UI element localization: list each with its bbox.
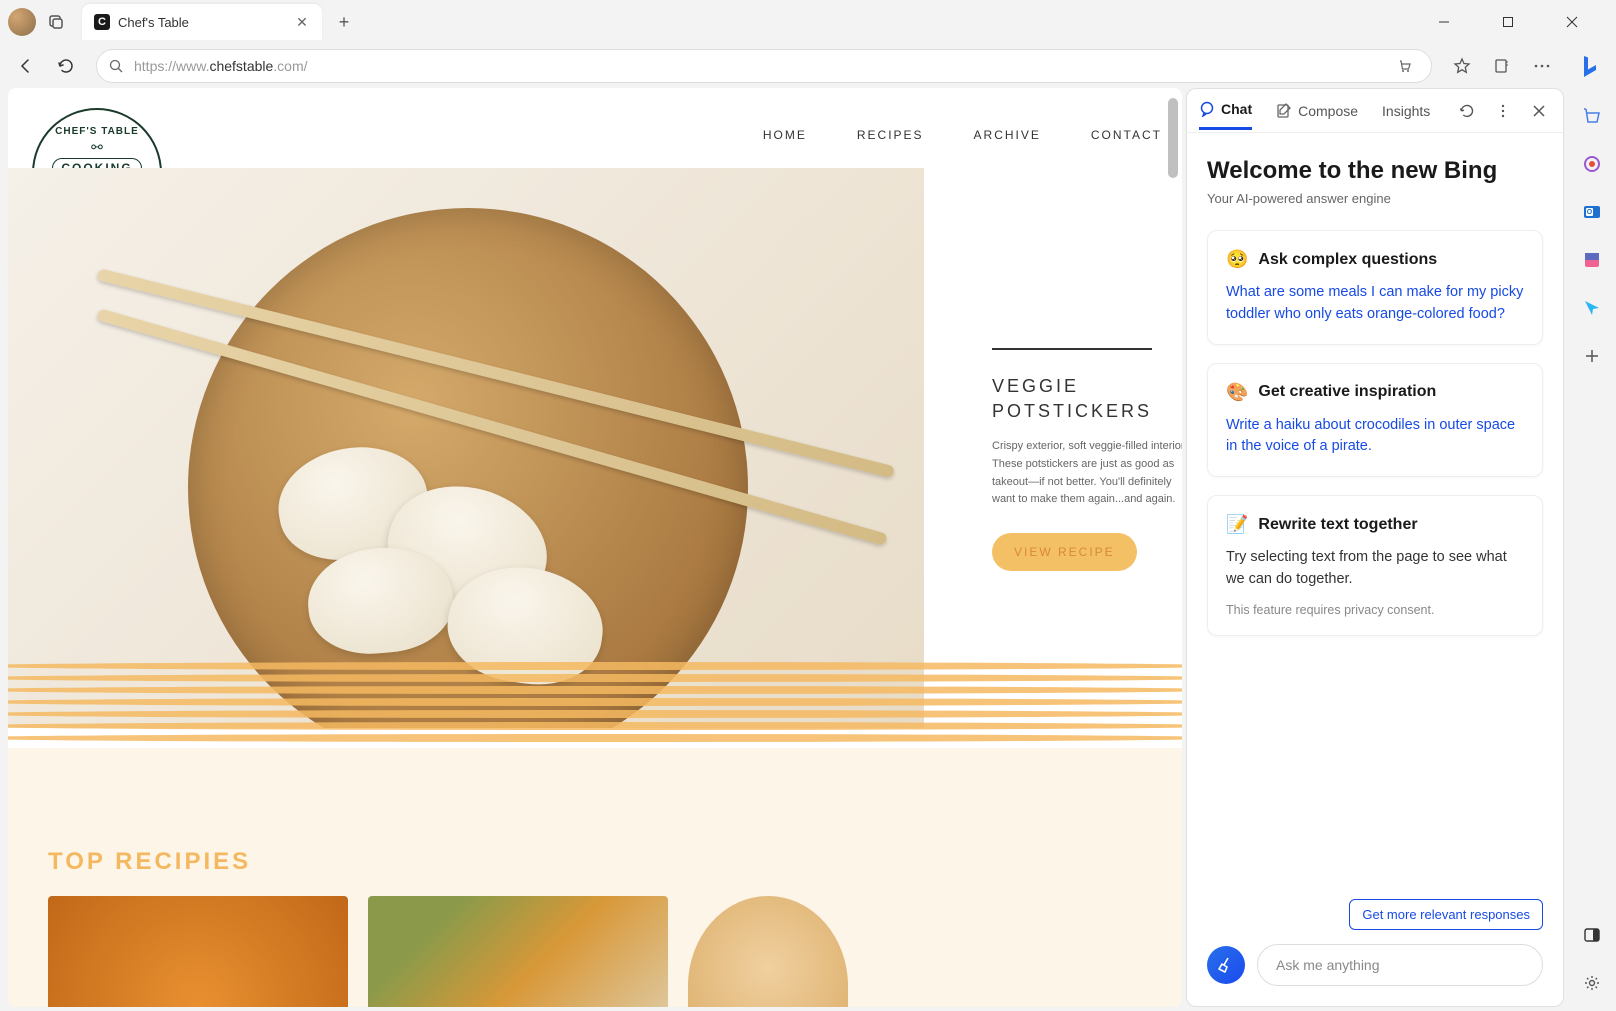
browser-tab[interactable]: C Chef's Table ✕ [82,4,322,40]
bing-tab-chat-label: Chat [1221,101,1252,117]
emoji-icon: 🥺 [1226,249,1248,270]
bing-card-text: Try selecting text from the page to see … [1226,547,1524,591]
bing-close-button[interactable] [1527,99,1551,123]
shopping-icon[interactable] [1391,52,1419,80]
nav-archive[interactable]: ARCHIVE [974,128,1041,142]
titlebar: C Chef's Table ✕ + [0,0,1616,44]
recipe-grid [48,896,1142,1007]
hero-image [8,168,924,728]
chat-input[interactable] [1257,944,1543,986]
edge-office-icon[interactable] [1576,148,1608,180]
get-relevant-responses-button[interactable]: Get more relevant responses [1349,899,1543,930]
bing-button[interactable] [1572,48,1608,84]
logo-spoons-icon: ⚯ [91,139,103,156]
close-window-button[interactable] [1552,6,1592,38]
bing-more-button[interactable] [1491,99,1515,123]
address-bar[interactable]: https://www.chefstable.com/ [96,49,1432,83]
bing-refresh-button[interactable] [1455,99,1479,123]
bing-card-title-text: Get creative inspiration [1258,383,1436,401]
tab-close-button[interactable]: ✕ [294,14,310,30]
emoji-icon: 🎨 [1226,382,1248,403]
emoji-icon: 📝 [1226,514,1248,535]
bing-card-title-text: Rewrite text together [1258,516,1417,534]
nav-contact[interactable]: CONTACT [1091,128,1162,142]
svg-text:O: O [1587,209,1593,216]
new-topic-button[interactable] [1207,946,1245,984]
recipe-card[interactable] [688,896,848,1007]
bing-sidebar: Chat Compose Insights Welcome to the new… [1186,88,1564,1007]
bing-welcome-title: Welcome to the new Bing [1207,157,1543,185]
bing-card-footnote: This feature requires privacy consent. [1226,603,1524,617]
page-content: CHEF'S TABLE ⚯ COOKING HOME RECIPES ARCH… [8,88,1182,1007]
hero-divider [992,348,1152,350]
section-title: TOP RECIPIES [48,848,1142,876]
recipe-card[interactable] [368,896,668,1007]
favorites-button[interactable] [1444,48,1480,84]
compose-icon [1276,103,1292,119]
scrollbar[interactable] [1168,88,1180,1007]
recipe-title: VEGGIE POTSTICKERS [992,374,1182,424]
bing-suggestion-link[interactable]: Write a haiku about crocodiles in outer … [1226,415,1524,459]
edge-drop-icon[interactable] [1576,292,1608,324]
logo-line1: CHEF'S TABLE [55,126,139,137]
edge-shopping-icon[interactable] [1576,100,1608,132]
edge-split-icon[interactable] [1576,919,1608,951]
recipe-card[interactable] [48,896,348,1007]
bing-suggestion-link[interactable]: What are some meals I can make for my pi… [1226,282,1524,326]
wave-decoration [8,658,1182,778]
search-icon [109,59,124,74]
view-recipe-button[interactable]: VIEW RECIPE [992,533,1137,571]
bing-suggestion-card: 🥺 Ask complex questions What are some me… [1207,230,1543,345]
back-button[interactable] [8,48,44,84]
edge-settings-icon[interactable] [1576,967,1608,999]
site-nav: HOME RECIPES ARCHIVE CONTACT [763,128,1162,142]
tab-favicon: C [94,14,110,30]
url-text: https://www.chefstable.com/ [134,58,1391,74]
new-tab-button[interactable]: + [330,8,358,36]
bing-tab-insights[interactable]: Insights [1382,93,1430,129]
bing-tab-compose[interactable]: Compose [1276,93,1358,129]
nav-home[interactable]: HOME [763,128,807,142]
chat-icon [1199,101,1215,117]
bing-sidebar-header: Chat Compose Insights [1187,89,1563,133]
settings-menu-button[interactable] [1524,48,1560,84]
bing-tab-compose-label: Compose [1298,103,1358,119]
bing-tab-chat[interactable]: Chat [1199,91,1252,130]
toolbar: https://www.chefstable.com/ [0,44,1616,88]
edge-outlook-icon[interactable]: O [1576,196,1608,228]
edge-add-icon[interactable] [1576,340,1608,372]
minimize-button[interactable] [1424,6,1464,38]
bing-suggestion-card: 📝 Rewrite text together Try selecting te… [1207,495,1543,636]
window-controls [1424,6,1608,38]
tab-actions-button[interactable] [42,8,70,36]
edge-sidebar: O [1568,88,1616,1011]
bing-tab-insights-label: Insights [1382,103,1430,119]
maximize-button[interactable] [1488,6,1528,38]
bing-logo-icon [1576,52,1604,80]
broom-icon [1217,956,1235,974]
edge-games-icon[interactable] [1576,244,1608,276]
tab-title: Chef's Table [118,15,294,30]
bing-suggestion-card: 🎨 Get creative inspiration Write a haiku… [1207,363,1543,478]
refresh-button[interactable] [48,48,84,84]
nav-recipes[interactable]: RECIPES [857,128,924,142]
collections-button[interactable] [1484,48,1520,84]
bing-welcome-subtitle: Your AI-powered answer engine [1207,191,1543,206]
recipe-description: Crispy exterior, soft veggie-filled inte… [992,438,1182,508]
profile-avatar[interactable] [8,8,36,36]
bing-card-title-text: Ask complex questions [1258,251,1437,269]
